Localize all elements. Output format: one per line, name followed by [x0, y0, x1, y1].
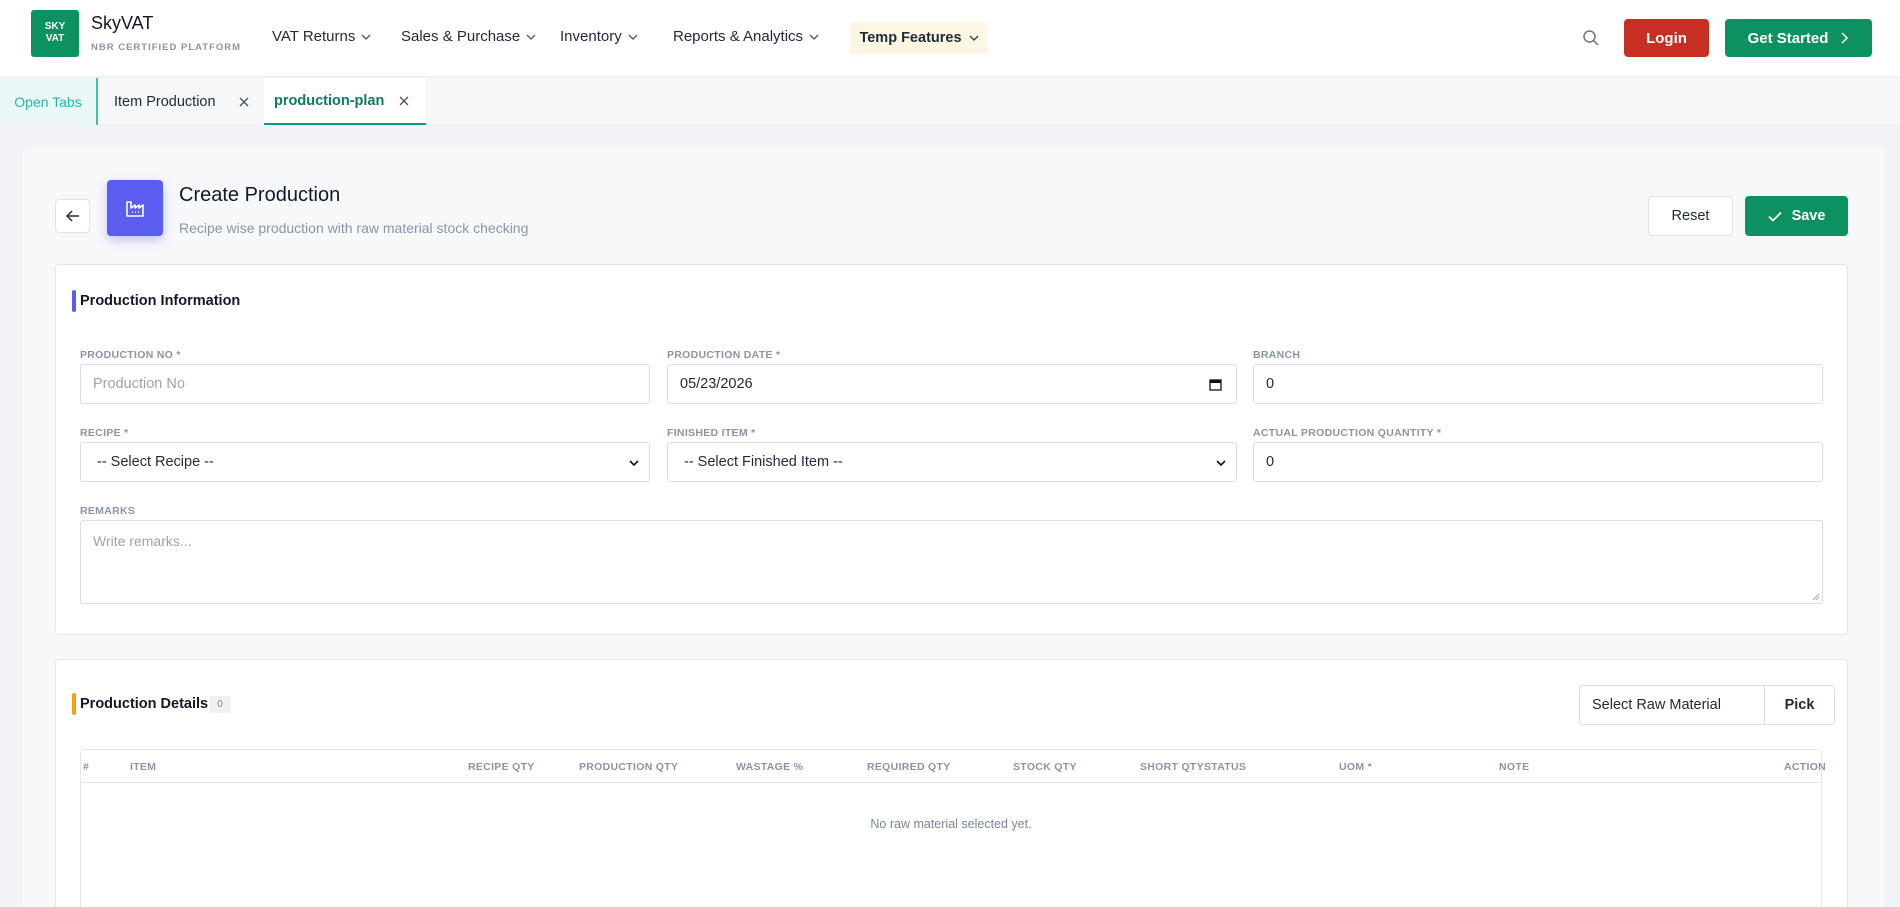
nav-inventory[interactable]: Inventory: [560, 28, 638, 45]
production-date-value: 05/23/2026: [680, 376, 753, 392]
reset-button[interactable]: Reset: [1648, 196, 1733, 236]
production-no-input[interactable]: Production No: [80, 364, 650, 404]
finished-item-label: FINISHED ITEM *: [667, 427, 756, 439]
check-icon: [1767, 211, 1782, 222]
nav-label: Reports & Analytics: [673, 28, 804, 45]
branch-input[interactable]: 0: [1253, 364, 1823, 404]
nav-vat-returns[interactable]: VAT Returns: [272, 28, 371, 45]
brand-logo[interactable]: SKY VAT: [31, 10, 79, 57]
page-subtitle: Recipe wise production with raw material…: [179, 220, 529, 236]
pick-button[interactable]: Pick: [1765, 686, 1834, 724]
login-button[interactable]: Login: [1624, 19, 1709, 57]
close-icon[interactable]: [238, 96, 250, 108]
nav-reports-analytics[interactable]: Reports & Analytics: [673, 28, 819, 45]
logo-line-2: VAT: [45, 33, 65, 44]
column-header: ACTION: [1784, 761, 1827, 773]
calendar-icon[interactable]: [1209, 378, 1222, 391]
actual-qty-value: 0: [1266, 454, 1275, 470]
raw-material-table: # ITEM RECIPE QTY PRODUCTION QTY WASTAGE…: [80, 749, 1826, 907]
chevron-down-icon: [628, 34, 638, 40]
branch-value: 0: [1266, 376, 1275, 392]
remarks-placeholder: Write remarks...: [93, 533, 192, 549]
column-header: RECIPE QTY: [468, 761, 535, 773]
open-tabs-bar: Open Tabs Item Production production-pla…: [0, 78, 1900, 125]
recipe-select[interactable]: -- Select Recipe --: [80, 442, 650, 482]
branch-label: BRANCH: [1253, 349, 1301, 361]
nav-sales-purchase[interactable]: Sales & Purchase: [401, 28, 536, 45]
table-header: # ITEM RECIPE QTY PRODUCTION QTY WASTAGE…: [81, 750, 1826, 783]
chevron-right-icon: [1841, 32, 1849, 44]
finished-item-value: -- Select Finished Item --: [684, 454, 843, 470]
column-header: SHORT QTYSTATUS: [1140, 761, 1247, 773]
chevron-down-icon: [809, 34, 819, 40]
chevron-down-icon: [969, 35, 979, 41]
section-title: Production Details: [72, 693, 208, 715]
remarks-label: REMARKS: [80, 505, 136, 517]
tab-production-plan[interactable]: production-plan: [264, 78, 426, 125]
raw-material-select[interactable]: Select Raw Material: [1580, 686, 1765, 724]
recipe-value: -- Select Recipe --: [97, 454, 214, 470]
logo-line-1: SKY: [44, 21, 66, 32]
save-button[interactable]: Save: [1745, 196, 1848, 236]
arrow-left-icon: [65, 210, 79, 222]
column-header: NOTE: [1499, 761, 1530, 773]
brand-subtitle: NBR CERTIFIED PLATFORM: [91, 42, 242, 53]
section-title: Production Information: [72, 290, 240, 312]
finished-item-select[interactable]: -- Select Finished Item --: [667, 442, 1237, 482]
production-details-panel: Production Details 0 Select Raw Material…: [55, 659, 1848, 907]
production-no-label: PRODUCTION NO *: [80, 349, 181, 361]
resize-handle-icon[interactable]: [1812, 593, 1820, 601]
production-no-placeholder: Production No: [93, 376, 185, 392]
chevron-down-icon: [526, 34, 536, 40]
column-header: #: [83, 761, 90, 773]
column-header: UOM *: [1339, 761, 1372, 773]
open-tabs-label[interactable]: Open Tabs: [0, 78, 98, 125]
production-date-label: PRODUCTION DATE *: [667, 349, 781, 361]
chevron-down-icon: [361, 34, 371, 40]
actual-qty-input[interactable]: 0: [1253, 442, 1823, 482]
production-information-panel: Production Information PRODUCTION NO * P…: [55, 264, 1848, 635]
get-started-label: Get Started: [1747, 29, 1829, 47]
production-date-input[interactable]: 05/23/2026: [667, 364, 1237, 404]
column-header: PRODUCTION QTY: [579, 761, 679, 773]
chevron-down-icon: [1216, 460, 1226, 467]
column-header: WASTAGE %: [736, 761, 804, 773]
remarks-textarea[interactable]: Write remarks...: [80, 520, 1823, 604]
nav-label: Inventory: [560, 28, 622, 45]
get-started-button[interactable]: Get Started: [1725, 19, 1872, 57]
save-label: Save: [1791, 208, 1826, 224]
nav-label: VAT Returns: [272, 28, 356, 45]
empty-table-message: No raw material selected yet.: [870, 817, 1032, 831]
top-navbar: SKY VAT SkyVAT NBR CERTIFIED PLATFORM VA…: [0, 0, 1900, 77]
page-title: Create Production: [179, 184, 341, 206]
tab-item-production[interactable]: Item Production: [98, 78, 264, 125]
column-header: REQUIRED QTY: [867, 761, 951, 773]
factory-icon: [107, 180, 163, 236]
recipe-label: RECIPE *: [80, 427, 129, 439]
nav-label: Temp Features: [859, 30, 962, 46]
nav-label: Sales & Purchase: [401, 28, 521, 45]
back-button[interactable]: [55, 199, 90, 233]
tab-label: Item Production: [114, 93, 216, 110]
actual-qty-label: ACTUAL PRODUCTION QUANTITY *: [1253, 427, 1442, 439]
column-header: STOCK QTY: [1013, 761, 1077, 773]
column-header: ITEM: [130, 761, 157, 773]
nav-temp-features[interactable]: Temp Features: [850, 22, 988, 54]
brand-name[interactable]: SkyVAT: [91, 13, 153, 34]
raw-material-picker: Select Raw Material Pick: [1579, 685, 1835, 725]
search-icon[interactable]: [1582, 29, 1600, 47]
chevron-down-icon: [629, 460, 639, 467]
close-icon[interactable]: [398, 95, 410, 107]
tab-label: production-plan: [274, 92, 385, 109]
item-count-badge: 0: [209, 696, 231, 713]
